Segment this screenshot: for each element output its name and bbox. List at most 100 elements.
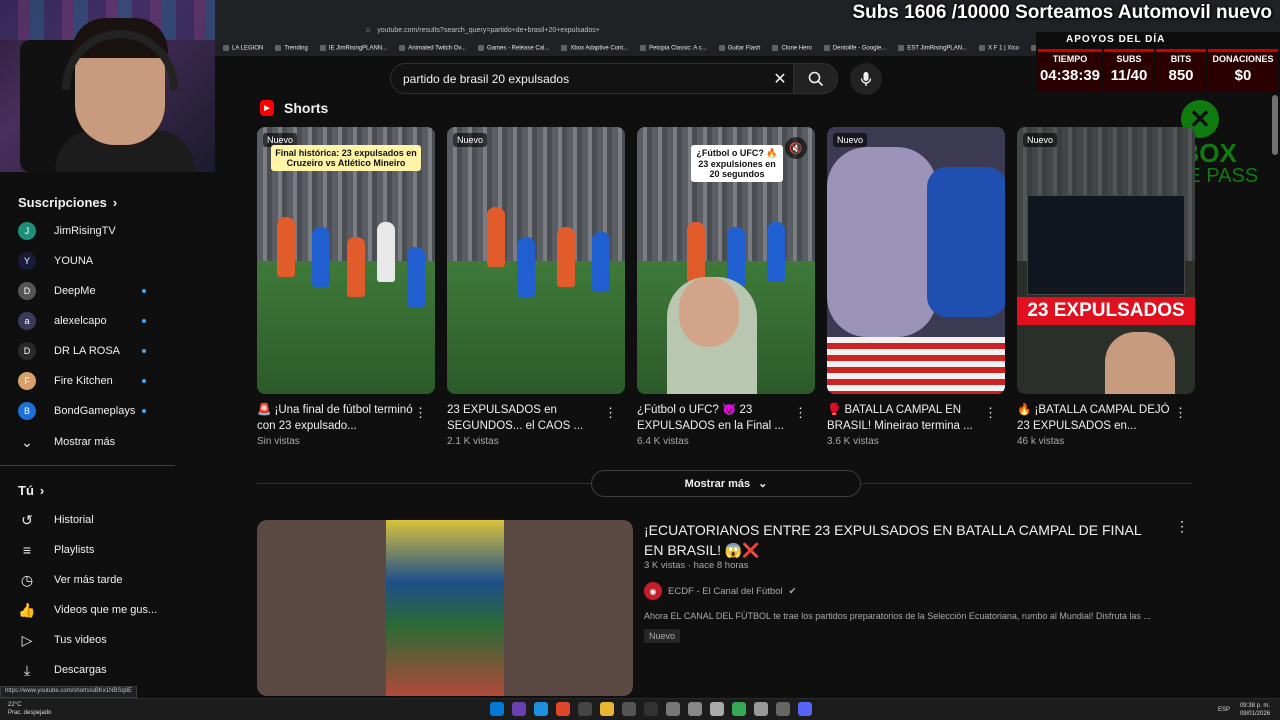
video-thumbnail[interactable]: [257, 520, 633, 696]
brave-icon[interactable]: [556, 702, 570, 716]
bookmark-item[interactable]: Dentolife - Google...: [824, 45, 886, 51]
you-item[interactable]: ⤓ Descargas: [18, 655, 168, 685]
short-card[interactable]: ¿Fútbol o UFC? 🔥23 expulsiones en 20 seg…: [637, 127, 815, 447]
your-videos-icon: ▷: [21, 631, 33, 648]
language-indicator[interactable]: ESP: [1218, 706, 1230, 714]
subscription-item[interactable]: B BondGameplays: [18, 396, 168, 426]
bookmark-item[interactable]: IE JimRisingPLANN...: [320, 45, 387, 51]
subscription-item[interactable]: F Fire Kitchen: [18, 366, 168, 396]
short-card[interactable]: Nuevo 23 EXPULSADOS en SEGUNDOS... el CA…: [447, 127, 625, 447]
search-input[interactable]: partido de brasil 20 expulsados: [390, 63, 794, 94]
you-item[interactable]: ▷ Tus videos: [18, 625, 168, 655]
short-card[interactable]: Nuevo 23 EXPULSADOS 🔥 ¡BATALLA CAMPAL DE…: [1017, 127, 1195, 447]
subscription-label: DR LA ROSA: [54, 345, 121, 357]
new-content-dot: [142, 409, 146, 413]
bookmark-item[interactable]: Games - Release Cal...: [478, 45, 549, 51]
show-more-shorts-button[interactable]: Mostrar más ⌄: [591, 470, 861, 497]
system-tray: ESP 09:38 p. m. 09/01/2026: [1218, 702, 1270, 718]
more-options-icon[interactable]: ⋮: [1174, 405, 1187, 421]
bookmark-item[interactable]: Xbox Adaptive Cont...: [561, 45, 628, 51]
short-title[interactable]: 🥊 BATALLA CAMPAL EN BRASIL! Mineirao ter…: [827, 402, 989, 434]
bookmark-item[interactable]: X F 1 | Xico: [979, 45, 1019, 51]
app-icon[interactable]: [710, 702, 724, 716]
webcam-overlay: [0, 0, 215, 172]
app-icon[interactable]: [512, 702, 526, 716]
bookmark-item[interactable]: Animated Twitch Ov...: [399, 45, 466, 51]
mute-icon[interactable]: 🔇: [785, 137, 807, 159]
short-thumbnail[interactable]: Nuevo 23 EXPULSADOS: [1017, 127, 1195, 394]
app-icon[interactable]: [644, 702, 658, 716]
channel-avatar: Y: [18, 252, 36, 270]
clock[interactable]: 09:38 p. m. 09/01/2026: [1240, 702, 1270, 718]
chevron-right-icon: ›: [39, 483, 45, 498]
bookmark-item[interactable]: Petopia Classic: A c...: [640, 45, 707, 51]
file-explorer-icon[interactable]: [600, 702, 614, 716]
stat-donations: DONACIONES $0: [1208, 49, 1278, 91]
short-title[interactable]: 🚨 ¡Una final de fútbol terminó con 23 ex…: [257, 402, 419, 434]
taskbar-icons: [490, 702, 812, 716]
you-header[interactable]: Tú ›: [18, 483, 44, 498]
subscription-item[interactable]: Y YOUNA: [18, 246, 168, 276]
short-thumbnail[interactable]: Nuevo: [447, 127, 625, 394]
you-item[interactable]: 👍 Videos que me gus...: [18, 595, 168, 625]
subscriptions-header[interactable]: Suscripciones ›: [18, 195, 117, 210]
you-item[interactable]: ◷ Ver más tarde: [18, 565, 168, 595]
channel-avatar: a: [18, 312, 36, 330]
discord-icon[interactable]: [798, 702, 812, 716]
more-options-icon[interactable]: ⋮: [1175, 518, 1189, 535]
app-icon[interactable]: [578, 702, 592, 716]
you-item-label: Tus videos: [54, 634, 107, 646]
show-more-subscriptions[interactable]: ⌄ Mostrar más: [18, 427, 168, 457]
sidebar: Suscripciones › J JimRisingTV Y YOUNA D DeepM…: [0, 172, 175, 692]
bookmark-item[interactable]: LA LEGION: [223, 45, 263, 51]
history-icon: ↺: [21, 511, 33, 528]
voice-search-button[interactable]: [850, 63, 882, 95]
bookmark-item[interactable]: EST JimRisingPLAN...: [898, 45, 967, 51]
short-card[interactable]: Nuevo 🥊 BATALLA CAMPAL EN BRASIL! Mineir…: [827, 127, 1005, 447]
you-item[interactable]: ↺ Historial: [18, 505, 168, 535]
bookmark-item[interactable]: Trending: [275, 45, 307, 51]
chrome-icon[interactable]: [732, 702, 746, 716]
short-title[interactable]: 23 EXPULSADOS en SEGUNDOS... el CAOS ...: [447, 402, 609, 434]
weather-widget[interactable]: 22°C Prac. despejado: [8, 701, 51, 717]
more-options-icon[interactable]: ⋮: [794, 405, 807, 421]
short-title[interactable]: ¿Fútbol o UFC? 😈 23 EXPULSADOS en la Fin…: [637, 402, 799, 434]
daily-support-panel: APOYOS DEL DÍA TIEMPO 04:38:39 SUBS 11/40 …: [1036, 32, 1280, 92]
search-button[interactable]: [794, 63, 838, 94]
bookmark-item[interactable]: Guitar Flash: [719, 45, 761, 51]
settings-icon[interactable]: [688, 702, 702, 716]
more-options-icon[interactable]: ⋮: [604, 405, 617, 421]
subscription-item[interactable]: a alexelcapo: [18, 306, 168, 336]
bookmark-item[interactable]: Clone Hero: [772, 45, 811, 51]
more-options-icon[interactable]: ⋮: [984, 405, 997, 421]
channel-name[interactable]: ECDF - El Canal del Fútbol: [668, 586, 783, 597]
video-channel[interactable]: ◉ ECDF - El Canal del Fútbol ✔: [644, 582, 797, 600]
short-thumbnail[interactable]: Nuevo Final histórica: 23 expulsados en …: [257, 127, 435, 394]
subscription-item[interactable]: J JimRisingTV: [18, 216, 168, 246]
short-views: Sin vistas: [257, 436, 300, 447]
subscription-item[interactable]: D DeepMe: [18, 276, 168, 306]
video-title[interactable]: ¡ECUATORIANOS ENTRE 23 EXPULSADOS EN BAT…: [644, 520, 1144, 560]
app-icon[interactable]: [776, 702, 790, 716]
subscription-label: alexelcapo: [54, 315, 107, 327]
new-content-dot: [142, 289, 146, 293]
app-icon[interactable]: [666, 702, 680, 716]
scrollbar-thumb[interactable]: [1272, 95, 1278, 155]
more-options-icon[interactable]: ⋮: [414, 405, 427, 421]
windows-start-icon[interactable]: [490, 702, 504, 716]
short-thumbnail[interactable]: Nuevo: [827, 127, 1005, 394]
subscription-item[interactable]: D DR LA ROSA: [18, 336, 168, 366]
new-content-dot: [142, 379, 146, 383]
clear-search-icon[interactable]: ✕: [768, 67, 792, 91]
bookmark-star-icon[interactable]: ☆: [365, 26, 371, 34]
playlists-icon: ≡: [22, 542, 32, 558]
shorts-icon: ▶: [260, 100, 274, 116]
short-title[interactable]: 🔥 ¡BATALLA CAMPAL DEJÓ 23 EXPULSADOS en.…: [1017, 402, 1179, 434]
short-card[interactable]: Nuevo Final histórica: 23 expulsados en …: [257, 127, 435, 447]
app-icon[interactable]: [754, 702, 768, 716]
edge-icon[interactable]: [534, 702, 548, 716]
short-thumbnail[interactable]: ¿Fútbol o UFC? 🔥23 expulsiones en 20 seg…: [637, 127, 815, 394]
app-icon[interactable]: [622, 702, 636, 716]
channel-avatar[interactable]: ◉: [644, 582, 662, 600]
you-item[interactable]: ≡ Playlists: [18, 535, 168, 565]
